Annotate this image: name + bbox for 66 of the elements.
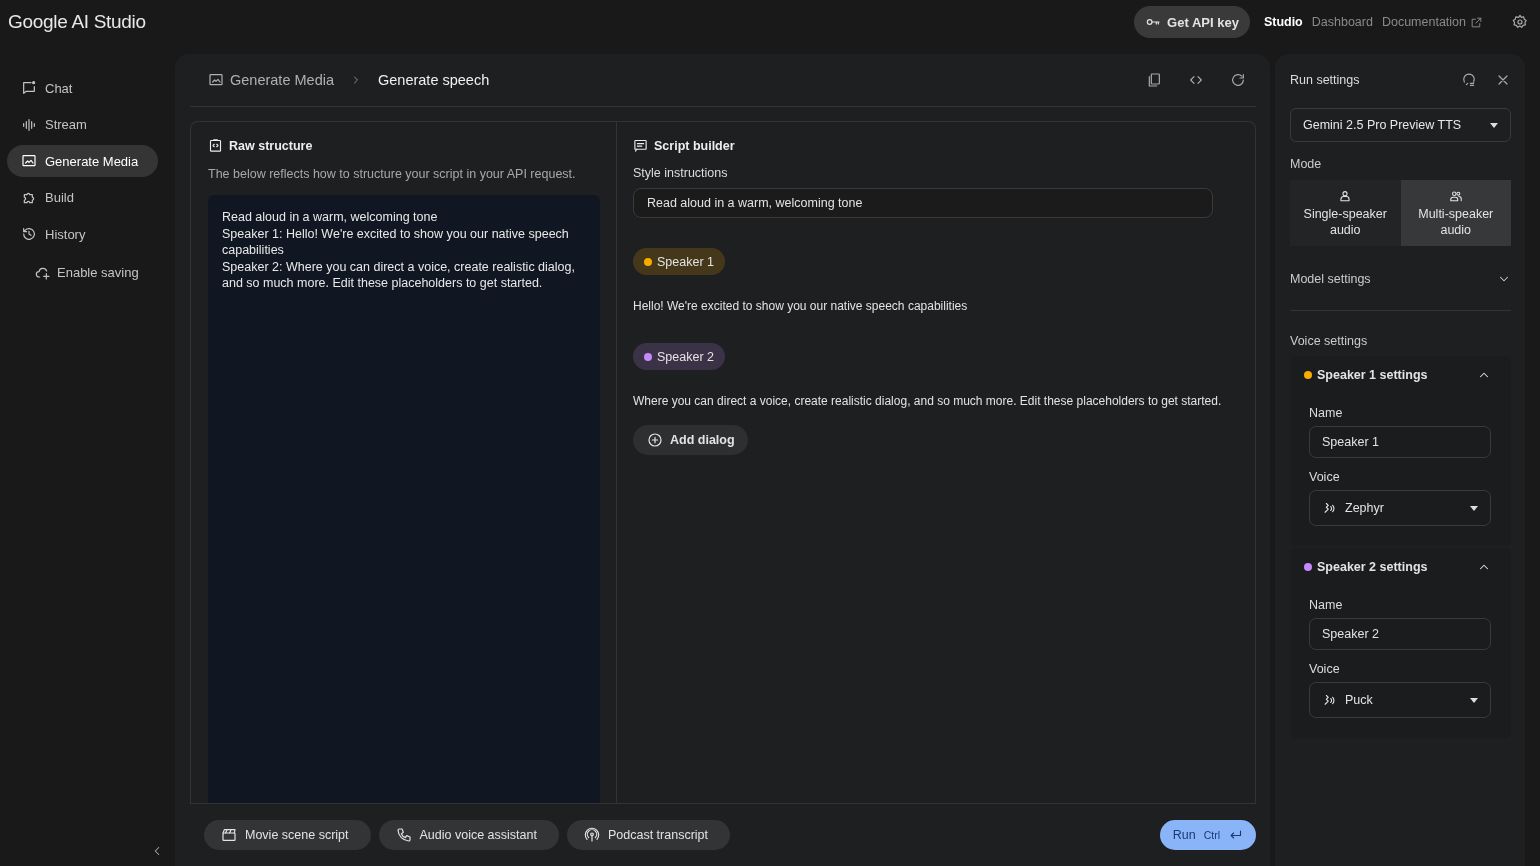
- section-label: Voice settings: [1290, 334, 1369, 348]
- dropdown-caret-icon: [1490, 122, 1498, 128]
- settings-icon: [1512, 14, 1528, 30]
- preset-button[interactable]: Audio voice assistant: [378, 820, 559, 850]
- panel-title: Raw structure: [229, 138, 313, 153]
- page-title: Generate speech: [378, 72, 490, 88]
- list-doc-icon: [633, 138, 648, 153]
- code-clipboard-icon: [208, 138, 223, 153]
- voice-dropdown[interactable]: Zephyr: [1309, 490, 1491, 526]
- style-instructions-field[interactable]: Read aloud in a warm, welcoming tone: [633, 188, 1213, 218]
- run-button[interactable]: Run Ctrl: [1159, 820, 1256, 850]
- sidebar-item[interactable]: History: [7, 218, 158, 250]
- nav-link[interactable]: Dashboard: [1311, 15, 1373, 29]
- waveform-icon: [21, 116, 37, 133]
- panel-description: The below reflects how to structure your script in your API request.: [208, 167, 577, 181]
- sidebar-item[interactable]: Generate Media: [7, 145, 158, 177]
- podcast-icon: [583, 827, 600, 843]
- add-dialog-button[interactable]: Add dialog: [633, 425, 748, 455]
- model-settings-toggle[interactable]: Model settings: [1290, 248, 1511, 311]
- model-dropdown[interactable]: Gemini 2.5 Pro Preview TTS: [1290, 108, 1511, 142]
- section-label: Mode: [1290, 157, 1323, 171]
- sidebar-item[interactable]: Stream: [7, 108, 158, 141]
- voice-dropdown[interactable]: Puck: [1309, 682, 1491, 718]
- field-label: Voice: [1309, 662, 1341, 676]
- image-frame-icon: [21, 153, 37, 169]
- voice-icon: [1322, 692, 1337, 708]
- raw-script-box[interactable]: Read aloud in a warm, welcoming tone Speaker 1: Hello! We're excited to show you our native speech capabilities Speaker 2: Where you can direct a voice, create realistic dialog, and so much more. Edit these placeholders to get started.: [208, 195, 600, 803]
- breadcrumb-link[interactable]: Generate Media: [208, 72, 334, 88]
- nav-link[interactable]: Studio: [1263, 15, 1303, 29]
- field-label: Voice: [1309, 470, 1341, 484]
- field-label: Name: [1309, 598, 1344, 612]
- panel-title: Run settings: [1290, 73, 1361, 87]
- mode-toggle[interactable]: Multi-speaker audio: [1400, 180, 1511, 246]
- refresh-icon: [1230, 72, 1246, 88]
- speaker-chip[interactable]: Speaker 2: [633, 343, 725, 370]
- chat-reset-icon: [1461, 72, 1477, 88]
- image-frame-icon: [208, 72, 224, 88]
- sidebar-item[interactable]: Chat: [7, 72, 158, 104]
- sidebar-item[interactable]: Build: [7, 181, 158, 214]
- dialog-text[interactable]: Hello! We're excited to show you our native speech capabilities: [633, 299, 1239, 313]
- panel-title: Script builder: [654, 138, 735, 153]
- phone-icon: [395, 827, 412, 843]
- speaker-settings-title: Speaker 1 settings: [1317, 368, 1429, 382]
- field-label: Style instructions: [633, 166, 729, 180]
- external-link-icon: [1470, 15, 1483, 29]
- copy-icon: [1146, 72, 1162, 88]
- voice-icon: [1322, 500, 1337, 516]
- app-logo[interactable]: Google AI Studio: [8, 11, 146, 33]
- nav-link[interactable]: Documentation: [1381, 15, 1483, 29]
- mode-toggle[interactable]: Single-speaker audio: [1290, 180, 1401, 246]
- field-label: Name: [1309, 406, 1344, 420]
- chat-bubble-icon: [21, 80, 37, 96]
- speaker-name-field[interactable]: Speaker 2: [1309, 618, 1491, 650]
- dialog-text[interactable]: Where you can direct a voice, create realistic dialog, and so much more. Edit these placeholders to get started.: [633, 394, 1239, 408]
- plus-circle-icon: [647, 432, 663, 448]
- speaker-settings-title: Speaker 2 settings: [1317, 560, 1429, 574]
- person-icon: [1338, 188, 1353, 203]
- two-people-icon: [1448, 188, 1463, 203]
- preset-button[interactable]: Podcast transcript: [566, 820, 730, 850]
- speaker-name-field[interactable]: Speaker 1: [1309, 426, 1491, 458]
- get-api-key-button[interactable]: Get API key: [1134, 6, 1250, 38]
- enable-saving-link[interactable]: Enable saving: [7, 254, 175, 281]
- history-icon: [21, 226, 37, 242]
- speaker-chip[interactable]: Speaker 1: [633, 248, 725, 275]
- preset-button[interactable]: Movie scene script: [204, 820, 371, 850]
- clapperboard-icon: [221, 827, 237, 843]
